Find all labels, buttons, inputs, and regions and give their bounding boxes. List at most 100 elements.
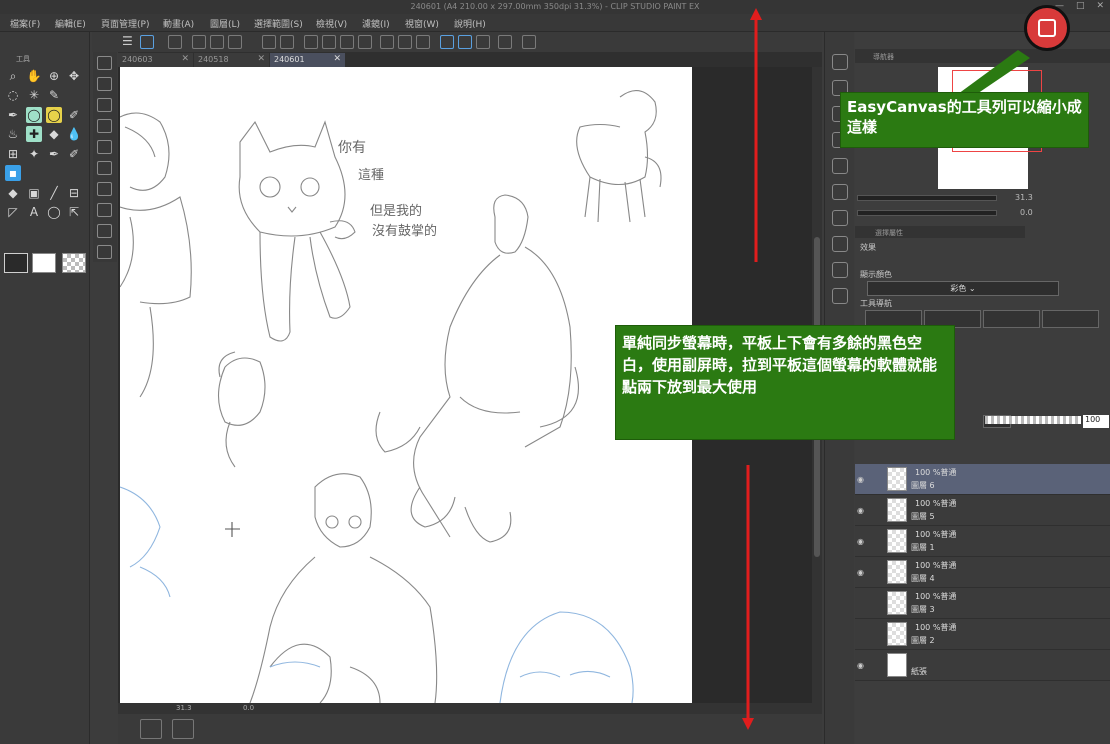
eyedropper-icon[interactable]: ✎ [46, 87, 62, 103]
subtool-export-icon[interactable] [97, 245, 112, 259]
subtool-panel-icon[interactable] [97, 203, 112, 217]
new-file-icon[interactable] [192, 35, 206, 49]
hand-icon[interactable]: ✋ [26, 68, 42, 84]
easycanvas-icon[interactable] [140, 35, 154, 49]
subtool-drop-icon[interactable] [97, 182, 112, 196]
transparent-swatch[interactable] [62, 253, 86, 273]
opacity-slider[interactable] [985, 416, 1081, 424]
layer-row[interactable]: 100 %普通 圖層 3 [855, 588, 1110, 619]
gradient-icon[interactable]: ▣ [26, 185, 42, 201]
open-file-icon[interactable] [210, 35, 224, 49]
tool-nav-button-4[interactable] [1042, 310, 1099, 328]
text-icon[interactable]: A [26, 204, 42, 220]
move-icon[interactable]: ✥ [66, 68, 82, 84]
airbrush-icon[interactable]: ♨ [5, 126, 21, 142]
layer-row[interactable]: ◉ 紙張 [855, 650, 1110, 681]
ruler-icon[interactable]: ◸ [5, 204, 21, 220]
pencil-tool-icon[interactable]: ◯ [26, 107, 42, 123]
magic-wand-icon[interactable]: ✳ [26, 87, 42, 103]
color-dropdown[interactable]: 彩色 ⌄ [867, 281, 1059, 296]
spinner-icon[interactable] [304, 35, 318, 49]
animation-icon[interactable] [172, 719, 194, 739]
lasso-icon[interactable]: ◌ [5, 87, 21, 103]
rotation-slider[interactable] [857, 210, 997, 216]
menu-selection[interactable]: 選擇範圍(S) [254, 17, 303, 30]
subtool-box-icon[interactable] [97, 224, 112, 238]
maximize-button[interactable]: □ [1076, 1, 1085, 11]
subtool-pencil-icon[interactable] [97, 56, 112, 70]
brush-icon[interactable]: ✐ [66, 107, 82, 123]
menu-layer[interactable]: 圖層(L) [210, 17, 240, 30]
deselect-icon[interactable] [380, 35, 394, 49]
subtool-layer-icon[interactable] [97, 140, 112, 154]
info-icon[interactable] [832, 210, 848, 226]
menu-page[interactable]: 頁面管理(P) [101, 17, 149, 30]
menu-help[interactable]: 說明(H) [454, 17, 486, 30]
layer-row[interactable]: ◉ 100 %普通 圖層 5 [855, 495, 1110, 526]
effect-icon[interactable]: ✦ [26, 146, 42, 162]
search-icon[interactable] [832, 54, 848, 70]
special-ruler-snap-icon[interactable] [458, 35, 472, 49]
menu-edit[interactable]: 編輯(E) [55, 17, 86, 30]
drawing-canvas[interactable]: 你有 這種 但是我的 沒有鼓掌的 [120, 67, 692, 703]
tool-property-tab[interactable]: 選擇屬性 [875, 228, 903, 238]
correct-line-icon[interactable]: ⇱ [66, 204, 82, 220]
zoom-icon[interactable]: ⌕ [5, 68, 21, 84]
balloon-icon[interactable]: ◯ [46, 204, 62, 220]
visibility-eye-icon[interactable]: ◉ [857, 568, 864, 577]
frame-icon[interactable]: ⊟ [66, 185, 82, 201]
crop-icon[interactable] [358, 35, 372, 49]
line-icon[interactable]: ╱ [46, 185, 62, 201]
fill-icon[interactable] [322, 35, 336, 49]
pen-icon[interactable]: ✒ [5, 107, 21, 123]
selection-icon[interactable] [416, 35, 430, 49]
tool-nav-button-3[interactable] [983, 310, 1040, 328]
tab-240601[interactable]: 240601 ✕ [270, 53, 345, 67]
object-icon[interactable]: ⊕ [46, 68, 62, 84]
redo-icon[interactable] [280, 35, 294, 49]
subtool-brush-icon[interactable] [97, 98, 112, 112]
pen-tool-icon[interactable]: ✒ [46, 146, 62, 162]
timeline-icon[interactable] [140, 719, 162, 739]
liquify-icon[interactable]: ✐ [66, 146, 82, 162]
item-icon[interactable] [832, 236, 848, 252]
visibility-eye-icon[interactable]: ◉ [857, 661, 864, 670]
tool-tab-label[interactable]: 工具 [16, 54, 30, 64]
subtool-pen-icon[interactable] [97, 77, 112, 91]
invert-selection-icon[interactable] [398, 35, 412, 49]
visibility-eye-icon[interactable]: ◉ [857, 537, 864, 546]
close-icon[interactable]: ✕ [333, 54, 341, 64]
color-tool-icon[interactable]: ▪ [5, 165, 21, 181]
grid-snap-icon[interactable] [476, 35, 490, 49]
ruler-snap-icon[interactable] [440, 35, 454, 49]
zoom-slider[interactable] [857, 195, 997, 201]
menu-filter[interactable]: 濾鏡(I) [362, 17, 390, 30]
eraser-icon[interactable]: ◆ [46, 126, 62, 142]
marker-icon[interactable]: ◯ [46, 107, 62, 123]
undo-icon[interactable] [262, 35, 276, 49]
menu-file[interactable]: 檔案(F) [10, 17, 40, 30]
subtool-material-icon[interactable] [97, 119, 112, 133]
sub-color-swatch[interactable] [32, 253, 56, 273]
menu-animation[interactable]: 動畫(A) [163, 17, 194, 30]
layer-prop-icon[interactable] [832, 184, 848, 200]
close-button[interactable]: ✕ [1096, 1, 1104, 11]
layer-row[interactable]: ◉ 100 %普通 圖層 6 [855, 464, 1110, 495]
opacity-value[interactable]: 100 [1083, 415, 1109, 428]
menu-icon[interactable]: ☰ [122, 34, 133, 48]
main-color-swatch[interactable] [4, 253, 28, 273]
navigator-tab[interactable]: 導航器 [873, 52, 894, 62]
tab-240518[interactable]: 240518 ✕ [194, 53, 269, 67]
visibility-eye-icon[interactable]: ◉ [857, 475, 864, 484]
camera-icon[interactable] [832, 288, 848, 304]
close-icon[interactable]: ✕ [257, 54, 265, 64]
layer-row[interactable]: ◉ 100 %普通 圖層 4 [855, 557, 1110, 588]
tab-240603[interactable]: 240603 ✕ [118, 53, 193, 67]
menu-view[interactable]: 檢視(V) [316, 17, 347, 30]
quick-access-icon[interactable] [832, 262, 848, 278]
transform-icon[interactable] [340, 35, 354, 49]
grid-icon[interactable]: ⊞ [5, 146, 21, 162]
decoration-icon[interactable]: ✚ [26, 126, 42, 142]
close-icon[interactable]: ✕ [181, 54, 189, 64]
zoom-value[interactable]: 31.3 [176, 704, 192, 712]
